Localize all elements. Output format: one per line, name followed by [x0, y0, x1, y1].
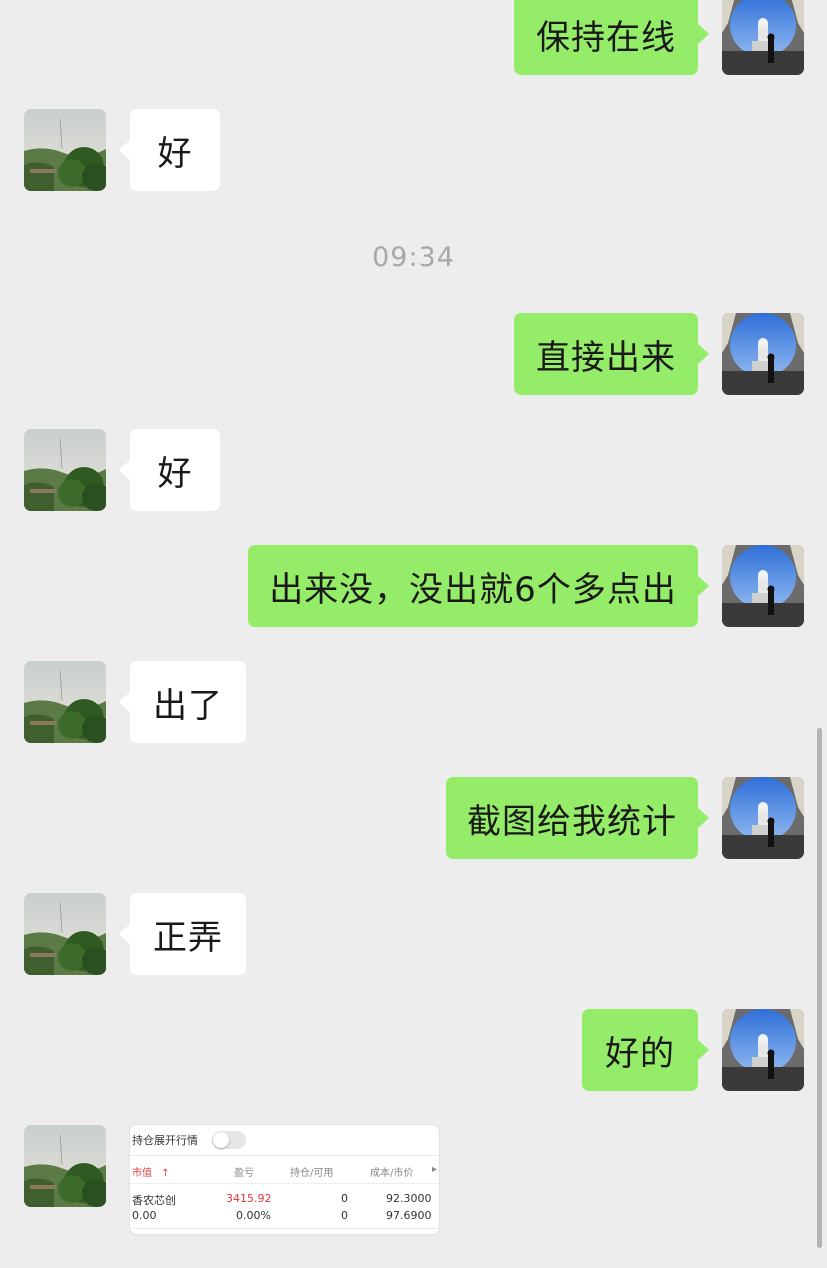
landscape-avatar-icon — [24, 1125, 106, 1207]
stock-position: 0 — [341, 1192, 348, 1205]
sort-arrow-icon: ↑ — [161, 1168, 170, 1179]
landscape-avatar-icon — [24, 109, 106, 191]
message-bubble-other[interactable]: 好 — [119, 109, 220, 191]
self-avatar[interactable] — [722, 313, 804, 395]
landscape-avatar-icon — [24, 893, 106, 975]
column-header-pnl: 盈亏 — [234, 1168, 254, 1179]
divider — [130, 1228, 439, 1229]
self-avatar[interactable] — [722, 1009, 804, 1091]
contact-avatar[interactable] — [24, 893, 106, 975]
divider — [130, 1155, 439, 1156]
toggle-switch — [212, 1131, 246, 1149]
contact-avatar[interactable] — [24, 109, 106, 191]
message-text: 出了 — [153, 685, 223, 726]
chevron-right-icon: ▸ — [432, 1164, 438, 1175]
message-text: 直接出来 — [536, 337, 676, 378]
scrollbar[interactable] — [817, 728, 822, 1248]
stock-available: 0 — [341, 1209, 348, 1222]
self-avatar[interactable] — [722, 777, 804, 859]
column-header-position: 持仓/可用 — [290, 1168, 334, 1179]
self-avatar[interactable] — [722, 0, 804, 75]
message-bubble-self[interactable]: 直接出来 — [514, 313, 709, 395]
contact-avatar[interactable] — [24, 661, 106, 743]
message-bubble-self[interactable]: 好的 — [582, 1009, 709, 1091]
landscape-avatar-icon — [24, 661, 106, 743]
message-bubble-other[interactable]: 好 — [119, 429, 220, 511]
message-bubble-other[interactable]: 正弄 — [119, 893, 246, 975]
buddha-statue-avatar-icon — [722, 545, 804, 627]
image-message[interactable]: 持仓展开行情 市值 ↑ 盈亏 持仓/可用 成本/市价 ▸ 香农芯创 3415.9… — [130, 1125, 439, 1234]
buddha-statue-avatar-icon — [722, 313, 804, 395]
column-header-cost-price: 成本/市价 — [370, 1168, 414, 1179]
buddha-statue-avatar-icon — [722, 1009, 804, 1091]
message-text: 正弄 — [153, 917, 223, 958]
stock-name: 香农芯创 — [132, 1194, 176, 1207]
message-bubble-self[interactable]: 保持在线 — [514, 0, 709, 75]
divider — [130, 1183, 439, 1184]
stock-market-value: 0.00 — [132, 1209, 157, 1222]
message-text: 保持在线 — [536, 17, 676, 58]
self-avatar[interactable] — [722, 545, 804, 627]
message-bubble-self[interactable]: 截图给我统计 — [446, 777, 709, 859]
buddha-statue-avatar-icon — [722, 777, 804, 859]
message-text: 好的 — [605, 1033, 675, 1074]
chat-timestamp: 09:34 — [372, 242, 455, 273]
message-text: 出来没，没出就6个多点出 — [269, 569, 677, 610]
stock-cost: 92.3000 — [386, 1192, 432, 1205]
header-text: 市值 — [132, 1168, 152, 1179]
message-text: 好 — [157, 453, 193, 494]
landscape-avatar-icon — [24, 429, 106, 511]
stock-pnl-percent: 0.00% — [236, 1209, 271, 1222]
message-bubble-other[interactable]: 出了 — [119, 661, 246, 743]
message-text: 截图给我统计 — [467, 801, 677, 842]
buddha-statue-avatar-icon — [722, 0, 804, 75]
message-bubble-self[interactable]: 出来没，没出就6个多点出 — [248, 545, 709, 627]
contact-avatar[interactable] — [24, 1125, 106, 1207]
column-header-market-value: 市值 ↑ — [132, 1164, 170, 1179]
stock-pnl: 3415.92 — [226, 1192, 272, 1205]
toggle-label: 持仓展开行情 — [132, 1134, 198, 1147]
contact-avatar[interactable] — [24, 429, 106, 511]
message-text: 好 — [157, 133, 193, 174]
stock-price: 97.6900 — [386, 1209, 432, 1222]
